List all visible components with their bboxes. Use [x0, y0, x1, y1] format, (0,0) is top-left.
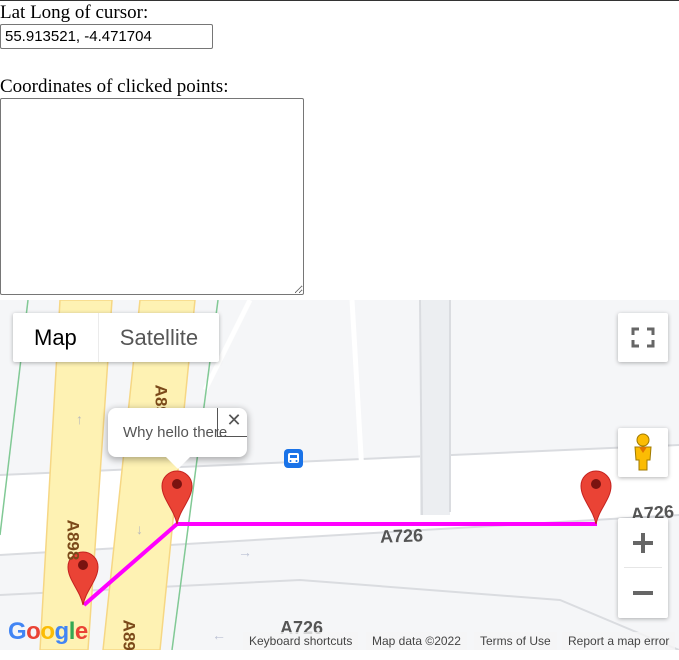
- map-type-control: Map Satellite: [13, 313, 220, 362]
- fullscreen-button[interactable]: [618, 313, 668, 362]
- cursor-coordinates-input[interactable]: [0, 24, 213, 49]
- minus-icon: [633, 591, 653, 595]
- bus-stop-icon[interactable]: [284, 449, 303, 468]
- svg-text:↓: ↓: [136, 521, 143, 537]
- street-view-pegman-button[interactable]: [618, 428, 668, 477]
- svg-text:←: ←: [212, 627, 226, 643]
- close-icon[interactable]: ✕: [223, 410, 245, 432]
- terms-of-use-link[interactable]: Terms of Use: [474, 632, 557, 650]
- google-map[interactable]: ↑ ↓ → ← A726 A726 A726 A898 A898 A898 Ma…: [0, 300, 679, 650]
- top-border: [0, 0, 679, 1]
- google-logo[interactable]: Google: [8, 618, 88, 646]
- road-label-a898: A898: [119, 619, 139, 650]
- keyboard-shortcuts-link[interactable]: Keyboard shortcuts: [243, 632, 359, 650]
- svg-text:→: →: [238, 544, 252, 560]
- zoom-out-button[interactable]: [618, 568, 668, 618]
- cursor-coordinates-label: Lat Long of cursor:: [0, 2, 149, 23]
- info-window-text: Why hello there: [123, 424, 228, 441]
- zoom-control: [618, 518, 668, 618]
- road-label-a726: A726: [379, 525, 424, 547]
- report-map-error-link[interactable]: Report a map error: [562, 632, 676, 650]
- map-type-map-button[interactable]: Map: [13, 313, 99, 362]
- pegman-icon: [634, 433, 652, 471]
- zoom-in-button[interactable]: [618, 518, 668, 568]
- clicked-points-label: Coordinates of clicked points:: [0, 76, 229, 97]
- svg-text:↑: ↑: [76, 411, 83, 427]
- fullscreen-icon: [631, 327, 655, 348]
- clicked-points-textarea[interactable]: [0, 98, 304, 295]
- plus-icon: [633, 533, 653, 553]
- map-data-attribution: Map data ©2022: [366, 632, 467, 650]
- road-label-a898: A898: [63, 519, 83, 561]
- road-a726-band: [0, 445, 679, 555]
- map-type-satellite-button[interactable]: Satellite: [99, 313, 219, 362]
- info-window: Why hello there ✕: [108, 408, 247, 469]
